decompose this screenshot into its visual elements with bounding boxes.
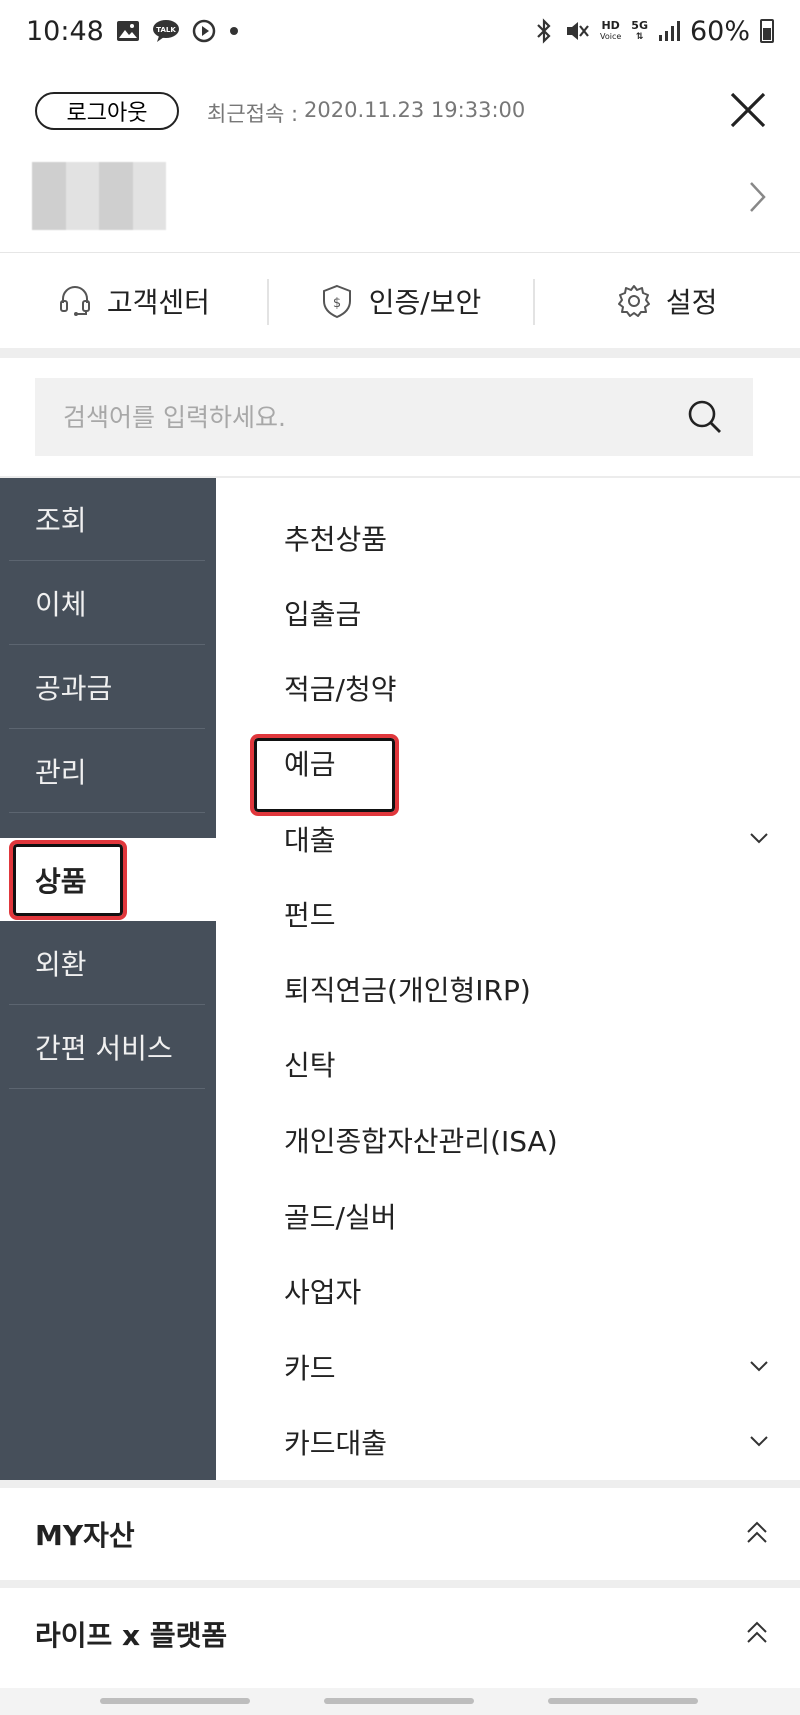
left-nav-item-forex[interactable]: 외환 xyxy=(9,922,205,1005)
gear-icon xyxy=(617,284,650,317)
svg-text:$: $ xyxy=(333,296,341,311)
submenu-label: 예금 xyxy=(284,747,336,781)
chevron-down-icon xyxy=(750,1436,768,1447)
submenu-item[interactable]: 카드 xyxy=(216,1329,800,1404)
submenu-item[interactable]: 펀드 xyxy=(216,876,800,951)
left-nav: 조회 이체 공과금 관리 상품 외환 간편 서비스 xyxy=(0,478,216,1480)
submenu-item[interactable]: 입출금 xyxy=(216,575,800,650)
last-login-value: 2020.11.23 19:33:00 xyxy=(304,98,526,122)
status-bar: 10:48 TALK HD Voice 5G ⇅ 60% xyxy=(0,0,800,62)
quick-link-label: 인증/보안 xyxy=(368,285,482,319)
section-my-assets[interactable]: MY자산 xyxy=(0,1488,800,1580)
hd-label: HD xyxy=(601,18,620,32)
talk-label: TALK xyxy=(156,26,176,34)
submenu-item[interactable]: 신탁 xyxy=(216,1026,800,1101)
submenu-item[interactable]: 사업자 xyxy=(216,1253,800,1328)
section-divider xyxy=(0,348,800,358)
submenu-label: 사업자 xyxy=(284,1275,362,1309)
quick-link-label: 설정 xyxy=(665,285,718,319)
voice-label: Voice xyxy=(600,31,622,41)
quick-link-auth-security[interactable]: $ 인증/보안 xyxy=(266,253,534,348)
menu-area: 조회 이체 공과금 관리 상품 외환 간편 서비스 추천상품 입출금 적금/청약… xyxy=(0,478,800,1480)
menu-header: 로그아웃 최근접속 : 2020.11.23 19:33:00 xyxy=(0,62,800,252)
close-icon xyxy=(730,92,766,128)
status-time: 10:48 xyxy=(26,15,104,47)
image-icon xyxy=(116,20,140,42)
bluetooth-icon xyxy=(534,18,554,44)
section-label: MY자산 xyxy=(35,1519,135,1552)
close-button[interactable] xyxy=(728,90,768,130)
nav-recent-handle[interactable] xyxy=(100,1698,250,1704)
logout-button[interactable]: 로그아웃 xyxy=(35,92,179,130)
submenu-label: 입출금 xyxy=(284,597,362,631)
section-life-platform[interactable]: 라이프 x 플랫폼 xyxy=(0,1588,800,1680)
quick-link-customer-center[interactable]: 고객센터 xyxy=(0,253,267,348)
submenu-label: 신탁 xyxy=(284,1048,336,1082)
submenu-item[interactable]: 골드/실버 xyxy=(216,1178,800,1253)
system-nav-bar xyxy=(0,1688,800,1715)
left-nav-item-products[interactable]: 상품 xyxy=(0,838,216,921)
search-bar xyxy=(35,378,753,456)
nav-home-handle[interactable] xyxy=(324,1698,474,1704)
chevron-right-icon xyxy=(750,182,766,212)
5g-icon: 5G ⇅ xyxy=(631,18,648,42)
hd-voice-icon: HD Voice xyxy=(600,18,622,42)
chevron-down-icon xyxy=(750,833,768,844)
submenu-label: 카드 xyxy=(284,1351,336,1385)
left-nav-item-inquiry[interactable]: 조회 xyxy=(9,478,205,561)
submenu-item[interactable]: 개인종합자산관리(ISA) xyxy=(216,1102,800,1177)
mute-icon xyxy=(564,18,590,44)
submenu-item[interactable]: 퇴직연금(개인형IRP) xyxy=(216,951,800,1026)
last-login-label: 최근접속 : xyxy=(207,102,299,126)
left-nav-item-utility[interactable]: 공과금 xyxy=(9,646,205,729)
section-divider xyxy=(0,1580,800,1588)
quick-link-settings[interactable]: 설정 xyxy=(533,253,800,348)
submenu-label: 대출 xyxy=(284,823,336,857)
quick-link-label: 고객센터 xyxy=(106,285,210,319)
double-chevron-up-icon xyxy=(747,1621,767,1643)
submenu-label: 적금/청약 xyxy=(284,672,397,706)
left-nav-item-transfer[interactable]: 이체 xyxy=(9,562,205,645)
submenu-label: 카드대출 xyxy=(284,1426,388,1460)
play-icon xyxy=(192,19,216,43)
submenu-item[interactable]: 추천상품 xyxy=(216,500,800,575)
search-icon xyxy=(688,400,721,433)
quick-links: 고객센터 $ 인증/보안 설정 xyxy=(0,252,800,348)
section-divider xyxy=(0,1480,800,1488)
chevron-down-icon xyxy=(750,1361,768,1372)
left-nav-item-simple-service[interactable]: 간편 서비스 xyxy=(9,1006,205,1089)
battery-percent: 60% xyxy=(689,15,750,47)
headset-icon xyxy=(59,285,90,316)
signal-icon xyxy=(658,20,680,42)
user-name-blurred xyxy=(32,162,166,230)
dot-icon xyxy=(228,25,240,37)
shield-icon: $ xyxy=(322,284,351,318)
submenu-label: 골드/실버 xyxy=(284,1200,397,1234)
battery-icon xyxy=(760,19,774,43)
profile-arrow-button[interactable] xyxy=(746,177,770,217)
submenu-list: 추천상품 입출금 적금/청약 예금 대출 펀드 퇴직연금(개인형IRP) 신탁 … xyxy=(216,478,800,1480)
talk-icon: TALK xyxy=(152,19,180,43)
nav-back-handle[interactable] xyxy=(548,1698,698,1704)
search-input[interactable] xyxy=(63,402,685,432)
submenu-item[interactable]: 대출 xyxy=(216,801,800,876)
submenu-label: 퇴직연금(개인형IRP) xyxy=(284,973,531,1007)
search-button[interactable] xyxy=(685,397,725,437)
double-chevron-up-icon xyxy=(747,1521,767,1543)
submenu-label: 펀드 xyxy=(284,898,336,932)
submenu-item-deposit[interactable]: 예금 xyxy=(216,725,800,800)
fiveg-label: 5G xyxy=(631,18,648,32)
submenu-item[interactable]: 카드대출 xyxy=(216,1404,800,1479)
section-label: 라이프 x 플랫폼 xyxy=(35,1619,228,1652)
submenu-label: 추천상품 xyxy=(284,522,388,556)
left-nav-item-manage[interactable]: 관리 xyxy=(9,730,205,813)
submenu-item[interactable]: 적금/청약 xyxy=(216,650,800,725)
submenu-label: 개인종합자산관리(ISA) xyxy=(284,1124,558,1158)
last-login: 최근접속 : 2020.11.23 19:33:00 xyxy=(207,98,525,128)
